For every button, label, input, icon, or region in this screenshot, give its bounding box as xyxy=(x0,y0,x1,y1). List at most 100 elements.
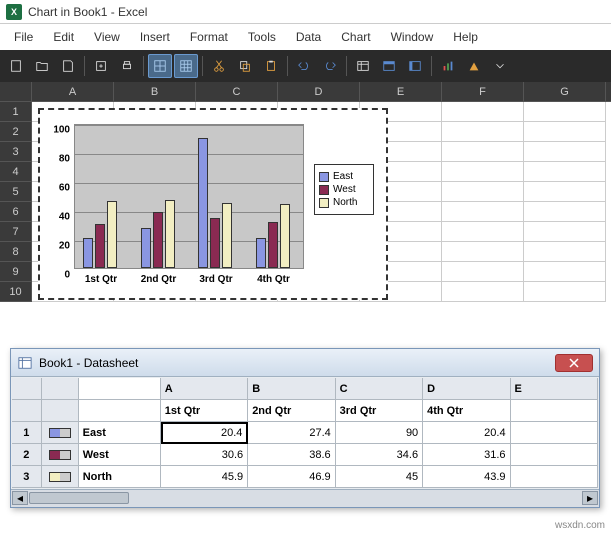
ds-corner[interactable] xyxy=(12,378,42,400)
cell[interactable] xyxy=(442,162,524,182)
ds-rownum[interactable]: 2 xyxy=(12,444,42,466)
ds-cell[interactable] xyxy=(511,422,598,444)
row-header-10[interactable]: 10 xyxy=(0,282,32,302)
ds-cell[interactable]: 20.4 xyxy=(161,422,249,444)
ds-empty[interactable] xyxy=(79,378,161,400)
legend-item[interactable]: West xyxy=(319,184,369,195)
ds-series-empty[interactable] xyxy=(79,400,161,422)
cut-icon[interactable] xyxy=(207,54,231,78)
export-icon[interactable] xyxy=(89,54,113,78)
ds-rownum[interactable]: 1 xyxy=(12,422,42,444)
col-header-F[interactable]: F xyxy=(442,82,524,101)
select-all-corner[interactable] xyxy=(0,82,32,101)
bar-west[interactable] xyxy=(153,212,163,268)
series-color-icon[interactable] xyxy=(42,466,79,488)
redo-icon[interactable] xyxy=(318,54,342,78)
ds-cell[interactable]: 43.9 xyxy=(423,466,510,488)
scroll-left-icon[interactable]: ◂ xyxy=(12,491,28,505)
menu-format[interactable]: Format xyxy=(180,26,238,48)
menu-window[interactable]: Window xyxy=(381,26,444,48)
cell[interactable] xyxy=(524,202,606,222)
datasheet-icon[interactable] xyxy=(351,54,375,78)
row-header-8[interactable]: 8 xyxy=(0,242,32,262)
scroll-right-icon[interactable]: ▸ xyxy=(582,491,598,505)
legend-item[interactable]: North xyxy=(319,197,369,208)
col-header-G[interactable]: G xyxy=(524,82,606,101)
fill-icon[interactable] xyxy=(462,54,486,78)
bar-east[interactable] xyxy=(141,228,151,268)
datasheet-window[interactable]: Book1 - Datasheet ABCDE1st Qtr2nd Qtr3rd… xyxy=(10,348,600,508)
grid2-icon[interactable] xyxy=(174,54,198,78)
menu-help[interactable]: Help xyxy=(443,26,488,48)
new-icon[interactable] xyxy=(4,54,28,78)
plot-area[interactable] xyxy=(74,124,304,269)
menu-tools[interactable]: Tools xyxy=(238,26,286,48)
ds-cell[interactable]: 20.4 xyxy=(423,422,510,444)
bar-west[interactable] xyxy=(268,222,278,268)
row-header-5[interactable]: 5 xyxy=(0,182,32,202)
row-header-6[interactable]: 6 xyxy=(0,202,32,222)
cell[interactable] xyxy=(442,222,524,242)
datasheet-grid[interactable]: ABCDE1st Qtr2nd Qtr3rd Qtr4th Qtr1East20… xyxy=(12,378,598,488)
paste-icon[interactable] xyxy=(259,54,283,78)
ds-cell[interactable]: 90 xyxy=(336,422,423,444)
col-header-D[interactable]: D xyxy=(278,82,360,101)
cell[interactable] xyxy=(442,182,524,202)
legend-item[interactable]: East xyxy=(319,171,369,182)
cell[interactable] xyxy=(524,182,606,202)
ds-cell[interactable]: 27.4 xyxy=(248,422,335,444)
bar-north[interactable] xyxy=(222,203,232,268)
ds-header[interactable]: 4th Qtr xyxy=(423,400,510,422)
bar-east[interactable] xyxy=(83,238,93,268)
horizontal-scrollbar[interactable]: ◂ ▸ xyxy=(11,489,599,507)
ds-header[interactable]: 3rd Qtr xyxy=(336,400,423,422)
legend[interactable]: East West North xyxy=(314,164,374,215)
ds-series-name[interactable]: West xyxy=(79,444,161,466)
open-icon[interactable] xyxy=(30,54,54,78)
menu-data[interactable]: Data xyxy=(286,26,331,48)
ds-cell[interactable]: 45 xyxy=(336,466,423,488)
cell[interactable] xyxy=(442,122,524,142)
undo-icon[interactable] xyxy=(292,54,316,78)
cell[interactable] xyxy=(524,162,606,182)
ds-rownum[interactable]: 3 xyxy=(12,466,42,488)
ds-rowh[interactable] xyxy=(12,400,42,422)
cell[interactable] xyxy=(524,122,606,142)
ds-corner2[interactable] xyxy=(42,378,79,400)
ds-header[interactable]: 1st Qtr xyxy=(161,400,248,422)
cell[interactable] xyxy=(442,142,524,162)
chart-object[interactable]: 020406080100 1st Qtr2nd Qtr3rd Qtr4th Qt… xyxy=(38,108,388,300)
ds-cell[interactable]: 30.6 xyxy=(161,444,248,466)
ds-col-D[interactable]: D xyxy=(423,378,510,400)
ds-col-E[interactable]: E xyxy=(511,378,598,400)
bar-west[interactable] xyxy=(210,218,220,268)
cell[interactable] xyxy=(524,282,606,302)
menu-chart[interactable]: Chart xyxy=(331,26,380,48)
bar-north[interactable] xyxy=(107,201,117,268)
ds-icon-empty[interactable] xyxy=(42,400,79,422)
menu-edit[interactable]: Edit xyxy=(43,26,84,48)
ds-cell[interactable]: 45.9 xyxy=(161,466,248,488)
col-header-A[interactable]: A xyxy=(32,82,114,101)
row-header-1[interactable]: 1 xyxy=(0,102,32,122)
ds-col-B[interactable]: B xyxy=(248,378,335,400)
ds-cell[interactable]: 46.9 xyxy=(248,466,335,488)
col-header-E[interactable]: E xyxy=(360,82,442,101)
cells-area[interactable]: 020406080100 1st Qtr2nd Qtr3rd Qtr4th Qt… xyxy=(32,102,611,302)
ds-col-A[interactable]: A xyxy=(161,378,248,400)
cell[interactable] xyxy=(524,262,606,282)
ds-header[interactable]: 2nd Qtr xyxy=(248,400,335,422)
byrow-icon[interactable] xyxy=(377,54,401,78)
bar-east[interactable] xyxy=(256,238,266,268)
row-header-3[interactable]: 3 xyxy=(0,142,32,162)
ds-cell[interactable]: 31.6 xyxy=(423,444,510,466)
ds-series-name[interactable]: North xyxy=(79,466,161,488)
cell[interactable] xyxy=(442,202,524,222)
ds-cell[interactable] xyxy=(511,466,598,488)
cell[interactable] xyxy=(442,242,524,262)
row-header-9[interactable]: 9 xyxy=(0,262,32,282)
bar-east[interactable] xyxy=(198,138,208,269)
datasheet-titlebar[interactable]: Book1 - Datasheet xyxy=(11,349,599,377)
row-header-7[interactable]: 7 xyxy=(0,222,32,242)
menu-view[interactable]: View xyxy=(84,26,130,48)
